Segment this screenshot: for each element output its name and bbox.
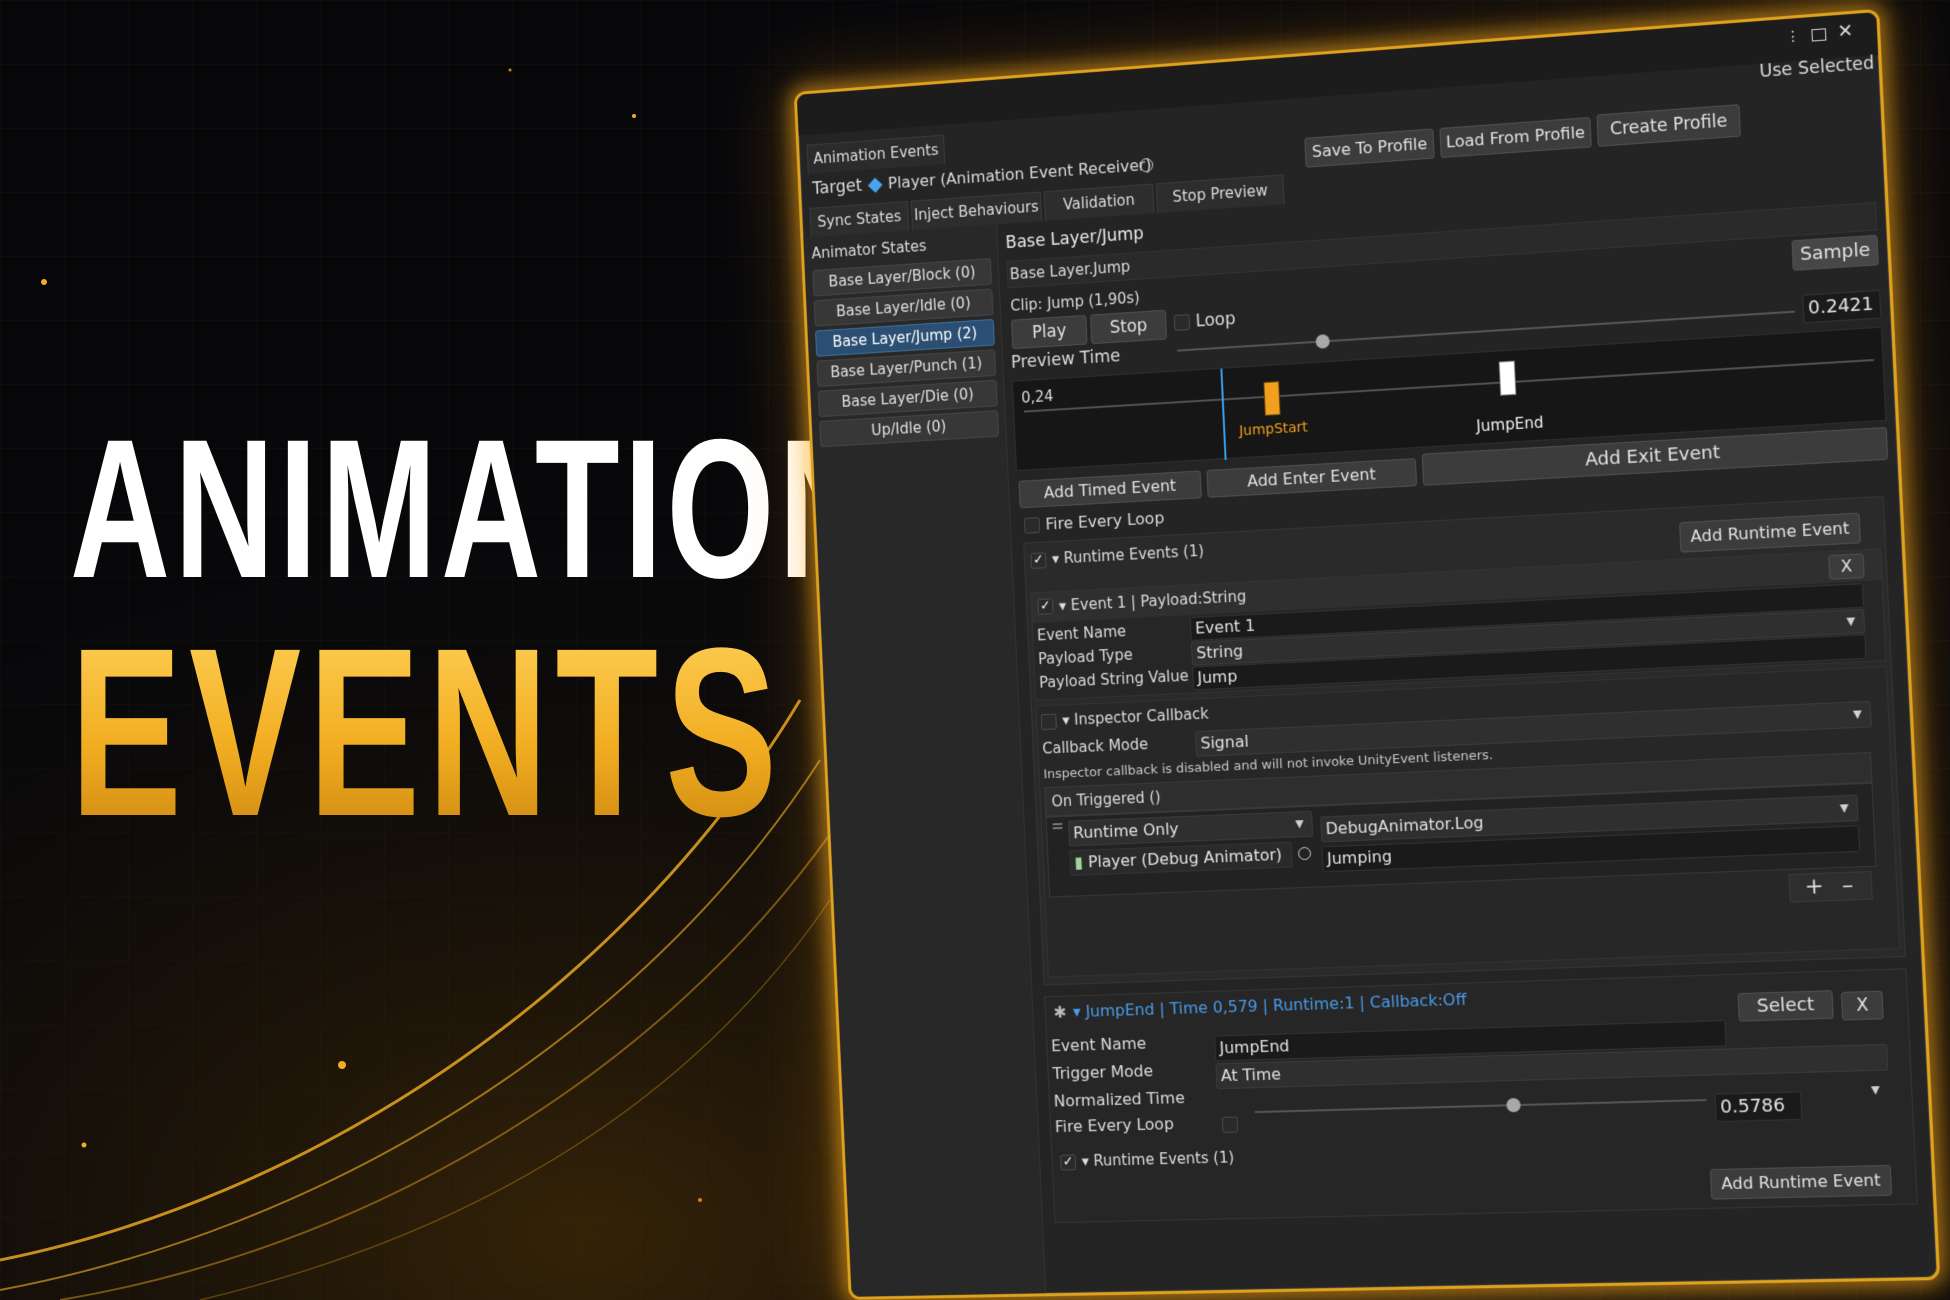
payload-type-label: Payload Type [1037,645,1134,669]
runtime-events-panel: ✓ ▾ Runtime Events (1) Add Runtime Event… [1023,495,1906,986]
load-from-profile-button[interactable]: Load From Profile [1439,117,1592,159]
chevron-down-icon: ▼ [1846,614,1856,629]
clip-info: Clip: Jump (1,90s) [1009,288,1141,315]
remove-listener-button[interactable]: – [1841,873,1854,899]
chevron-down-icon: ▼ [1295,817,1304,831]
trigger-mode-label: Trigger Mode [1052,1061,1154,1083]
jumpend-runtime-events-header: Runtime Events (1) [1093,1148,1235,1170]
script-icon: ▮ [1074,852,1084,872]
timeline-track [1023,358,1875,413]
add-timed-event-button[interactable]: Add Timed Event [1018,470,1202,509]
callback-mode-label: Callback Mode [1041,735,1149,758]
payload-type-value: String [1195,641,1244,663]
drag-handle-icon[interactable]: ✱ [1053,1003,1067,1022]
preview-time-field[interactable]: 0.2421 [1802,289,1882,324]
add-runtime-event-button[interactable]: Add Runtime Event [1679,512,1861,553]
runtime-events-checkbox[interactable]: ✓ [1030,552,1047,569]
jumpend-event-name-label: Event Name [1050,1033,1147,1056]
event-name-label: Event Name [1036,622,1127,645]
state-path-row: Base Layer.Jump [1006,201,1878,289]
jumpend-marker[interactable] [1498,360,1517,396]
fire-every-loop-label: Fire Every Loop [1045,508,1165,534]
jumpend-runtime-foldout[interactable]: ▾ Runtime Events (1) [1081,1148,1234,1170]
chevron-down-icon: ▼ [1870,1083,1881,1097]
main-panel: Base Layer/Jump Base Layer.Jump Clip: Ju… [1005,162,1937,1299]
inspector-callback-foldout[interactable]: ▾ Inspector Callback [1062,705,1209,729]
maximize-icon[interactable] [1811,28,1827,42]
jumpend-event-panel: ✱ ▾ JumpEnd | Time 0,579 | Runtime:1 | C… [1044,968,1918,1224]
normalized-time-field[interactable]: 0.5786 [1714,1091,1803,1123]
payload-string-label: Payload String Value [1038,666,1189,692]
jumpend-event-header: JumpEnd | Time 0,579 | Runtime:1 | Callb… [1085,989,1467,1021]
normalized-slider-track [1254,1098,1707,1114]
loop-label: Loop [1195,309,1236,332]
jumpend-marker-label: JumpEnd [1475,413,1544,436]
unity-event-header: On Triggered () [1051,788,1162,811]
preview-time-label: Preview Time [1010,346,1121,373]
drag-handle-icon[interactable] [1052,822,1063,830]
kebab-menu-icon[interactable]: ⋮ [1785,28,1800,45]
sidebar-item-up-idle[interactable]: Up/Idle (0) [819,410,1000,448]
page-title: Base Layer/Jump [1005,223,1145,254]
target-label: Target [811,175,863,199]
runtime-mode-dropdown[interactable]: Runtime Only ▼ [1067,810,1314,847]
animation-events-window: Animation Events ⋮ ✕ Use Selected Target… [793,8,1941,1300]
function-value: DebugAnimator.Log [1325,812,1484,839]
listener-add-remove: + – [1788,870,1873,903]
window-tab[interactable]: Animation Events [806,134,946,174]
runtime-events-foldout[interactable]: ▾ Runtime Events (1) [1052,542,1205,568]
jumpstart-marker[interactable] [1263,381,1281,416]
loop-checkbox[interactable] [1173,314,1191,331]
jumpend-add-runtime-event-button[interactable]: Add Runtime Event [1709,1164,1893,1200]
add-listener-button[interactable]: + [1804,874,1824,900]
jumpend-fire-every-loop-label: Fire Every Loop [1054,1114,1175,1137]
state-path: Base Layer.Jump [1009,257,1131,284]
save-to-profile-button[interactable]: Save To Profile [1304,128,1435,168]
create-profile-button[interactable]: Create Profile [1596,104,1741,147]
listener-object-field[interactable]: ▮ Player (Debug Animator) [1069,841,1293,876]
callback-mode-value: Signal [1200,731,1250,753]
listener-object-value: Player (Debug Animator) [1087,844,1283,872]
trigger-mode-value: At Time [1220,1064,1282,1086]
sidebar-title: Animator States [811,237,927,263]
event-1-checkbox[interactable]: ✓ [1037,598,1054,615]
normalized-time-label: Normalized Time [1053,1088,1186,1111]
timeline-time-label: 0,24 [1020,387,1054,407]
chevron-down-icon: ▼ [1852,707,1863,721]
play-button[interactable]: Play [1011,314,1088,350]
runtime-mode-value: Runtime Only [1072,819,1180,843]
jumpend-foldout[interactable]: ▾ JumpEnd | Time 0,579 | Runtime:1 | Cal… [1072,990,1467,1021]
preview-slider-thumb[interactable] [1315,334,1330,349]
jumpend-remove-button[interactable]: X [1840,990,1884,1021]
select-event-button[interactable]: Select [1737,990,1834,1022]
chevron-down-icon: ▼ [1839,801,1849,815]
stop-button[interactable]: Stop [1090,309,1168,345]
normalized-time-slider[interactable] [1254,1090,1708,1122]
fire-every-loop-checkbox[interactable] [1023,517,1041,534]
close-icon[interactable]: ✕ [1837,20,1854,43]
diamond-icon [867,177,883,193]
runtime-events-header: Runtime Events (1) [1063,541,1205,568]
jumpend-fire-every-loop-checkbox[interactable] [1221,1116,1239,1133]
sample-button[interactable]: Sample [1791,234,1879,271]
inspector-callback-block: ▾ Inspector Callback Callback Mode Signa… [1035,666,1901,978]
normalized-slider-thumb[interactable] [1506,1097,1522,1113]
jumpend-runtime-events-checkbox[interactable]: ✓ [1060,1154,1077,1171]
timeline-playhead[interactable] [1220,368,1227,461]
inspector-callback-checkbox[interactable] [1040,713,1057,731]
object-picker-icon[interactable] [1297,846,1312,861]
callback-mode-dropdown[interactable]: Signal ▼ [1195,700,1872,757]
inspector-callback-header: Inspector Callback [1073,704,1210,729]
event-1-remove-button[interactable]: X [1828,553,1865,580]
jumpstart-marker-label: JumpStart [1238,419,1309,440]
add-enter-event-button[interactable]: Add Enter Event [1206,458,1418,498]
sidebar: Animator States Base Layer/Block (0) Bas… [803,224,1047,1300]
